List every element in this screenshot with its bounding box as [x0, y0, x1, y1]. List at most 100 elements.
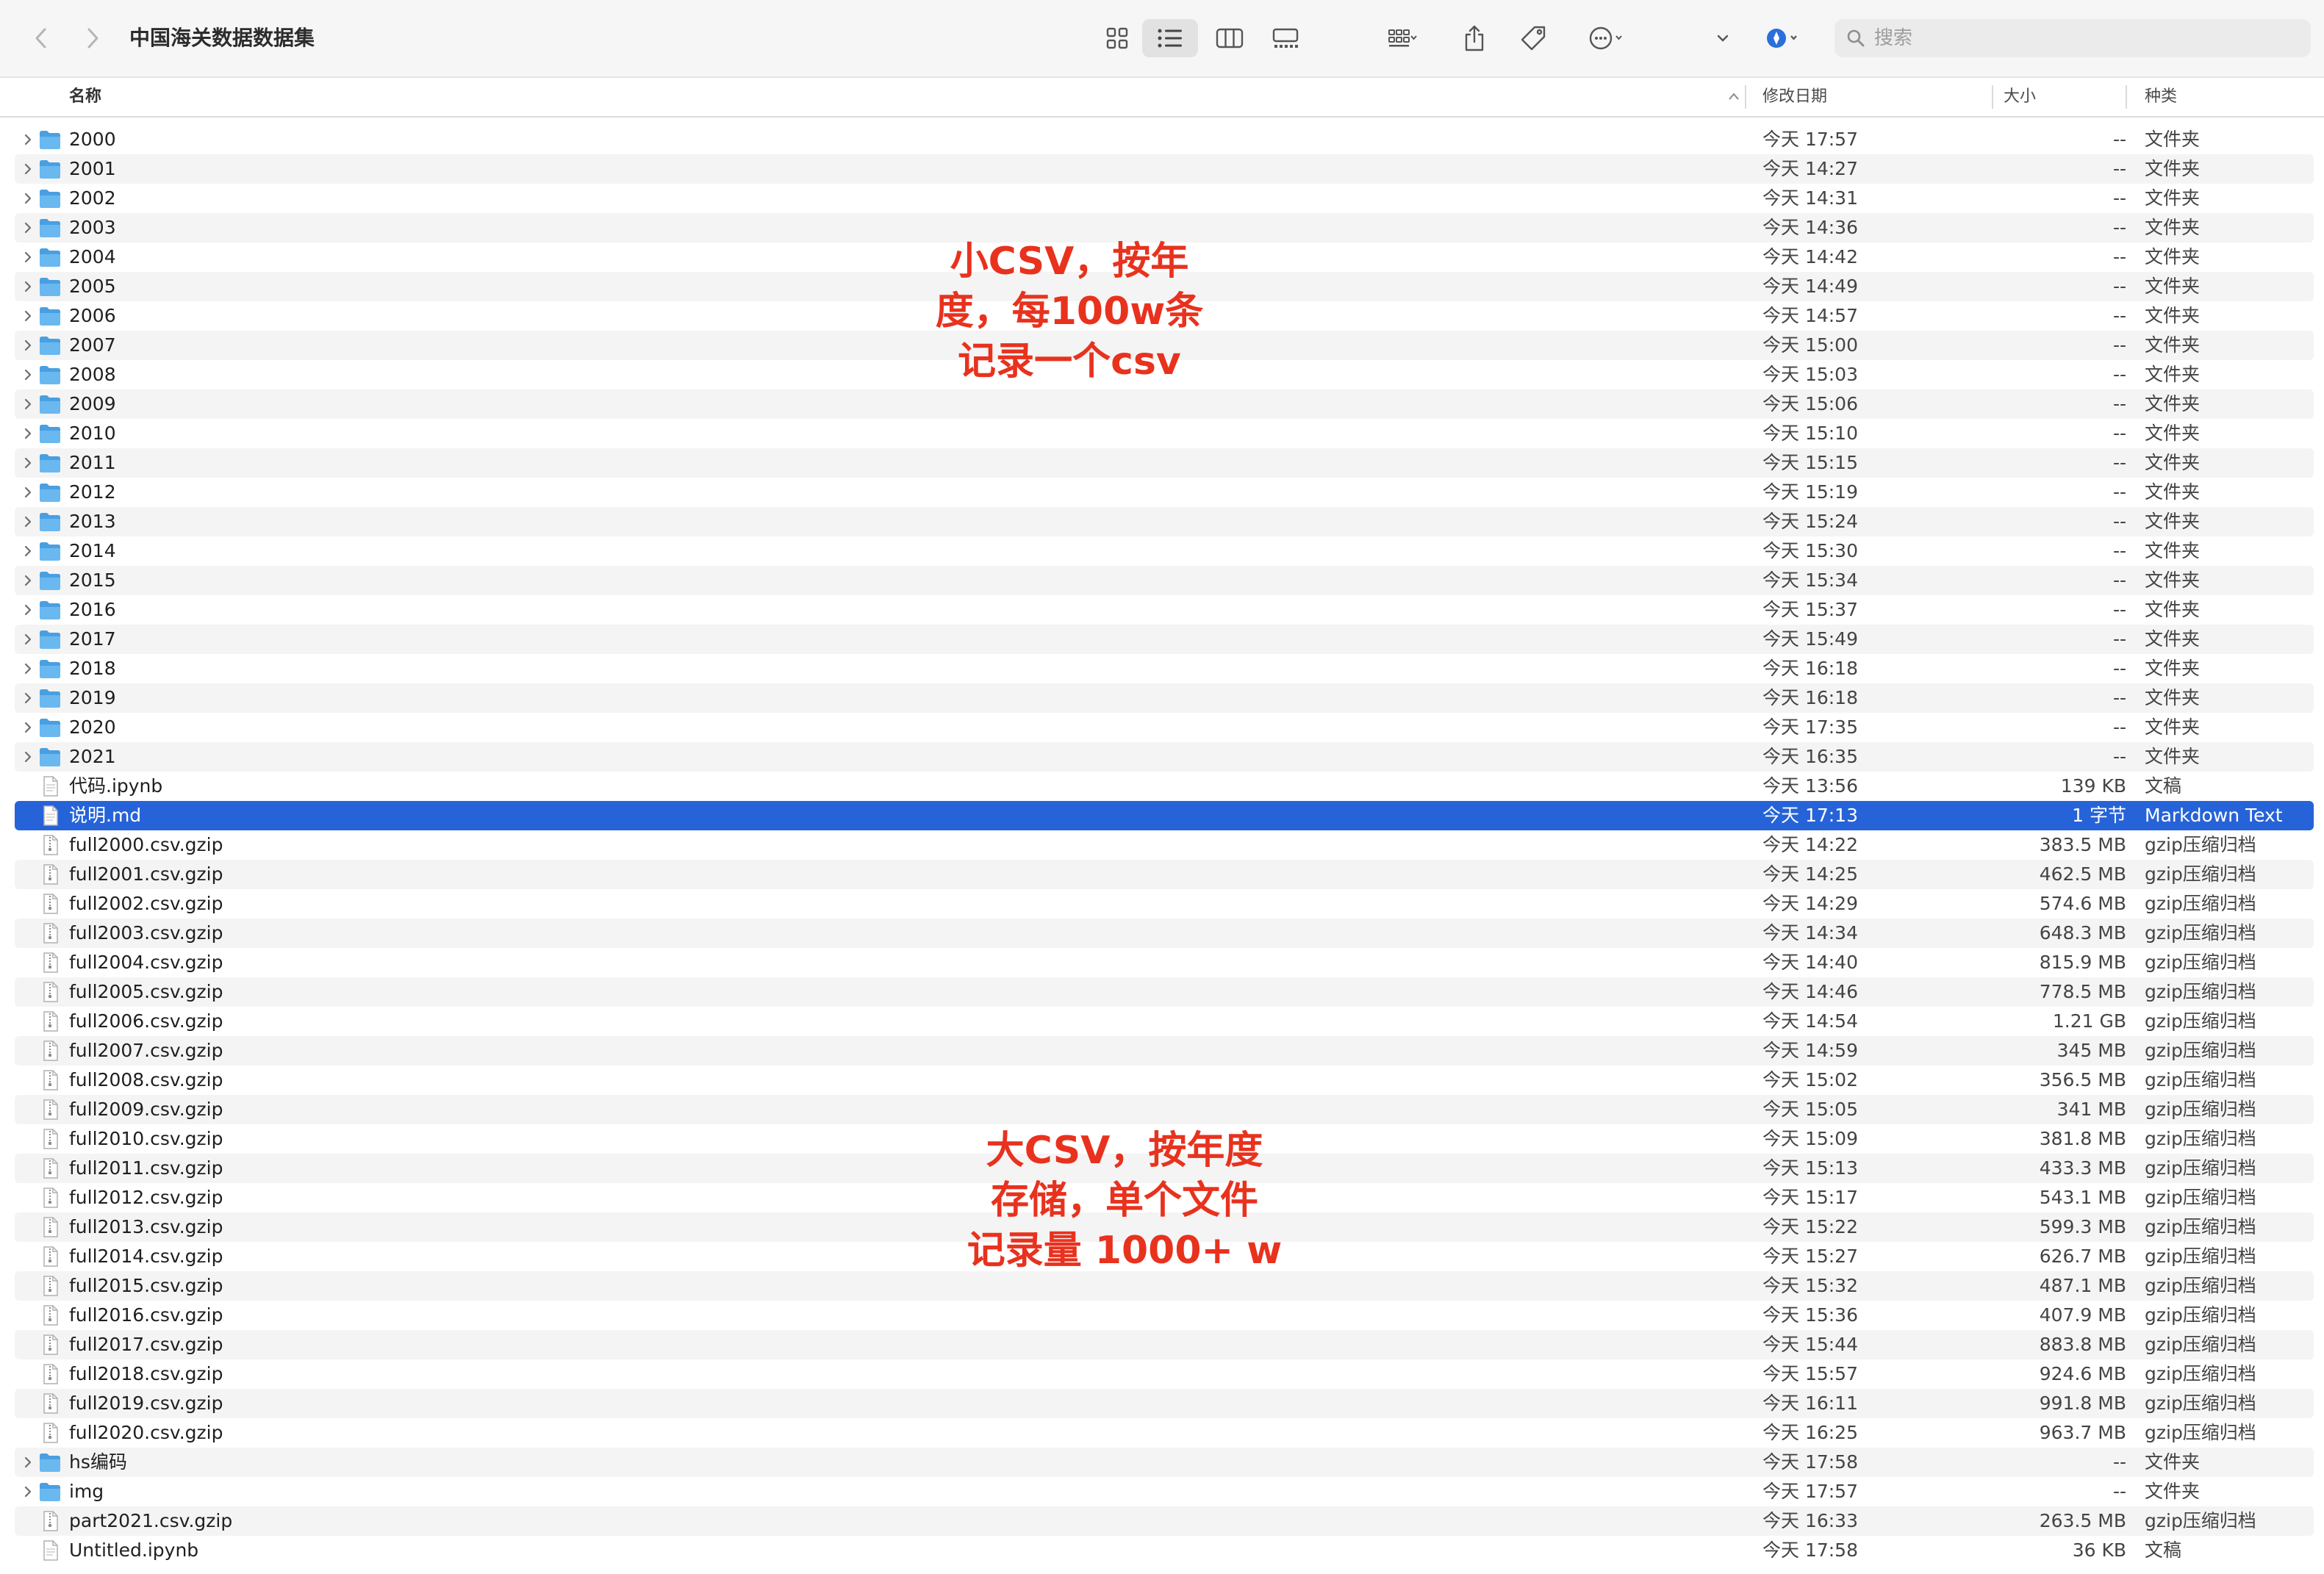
list-view-button[interactable] [1142, 19, 1198, 57]
search-field[interactable]: 搜索 [1835, 19, 2311, 57]
share-button[interactable] [1455, 19, 1493, 57]
file-row[interactable]: Untitled.ipynb 今天 17:58 36 KB 文稿 [15, 1536, 2314, 1565]
file-kind: gzip压缩归档 [2145, 863, 2256, 885]
file-row[interactable]: part2021.csv.gzip 今天 16:33 263.5 MB gzip压缩归… [15, 1506, 2314, 1536]
annotation-line: 记录一个csv [958, 339, 1181, 384]
folder-row[interactable]: 2021 今天 16:35 -- 文件夹 [15, 742, 2314, 772]
folder-row[interactable]: 2000 今天 17:57 -- 文件夹 [15, 125, 2314, 154]
disclosure-chevron-icon[interactable] [19, 419, 37, 448]
tag-button[interactable] [1514, 19, 1552, 57]
column-separator[interactable] [1992, 85, 1993, 109]
folder-row[interactable]: 2012 今天 15:19 -- 文件夹 [15, 478, 2314, 507]
disclosure-chevron-icon[interactable] [19, 1477, 37, 1506]
folder-icon [38, 658, 62, 680]
file-kind: gzip压缩归档 [2145, 1334, 2256, 1355]
disclosure-chevron-icon[interactable] [19, 595, 37, 625]
folder-row[interactable]: 2011 今天 15:15 -- 文件夹 [15, 448, 2314, 478]
file-row[interactable]: full2018.csv.gzip 今天 15:57 924.6 MB gzip压缩归… [15, 1359, 2314, 1389]
folder-row[interactable]: hs编码 今天 17:58 -- 文件夹 [15, 1448, 2314, 1477]
disclosure-chevron-icon[interactable] [19, 213, 37, 242]
disclosure-chevron-icon[interactable] [19, 536, 37, 566]
disclosure-chevron-icon[interactable] [19, 360, 37, 389]
back-button[interactable] [25, 22, 57, 54]
folder-row[interactable]: 2019 今天 16:18 -- 文件夹 [15, 683, 2314, 713]
file-row[interactable]: 说明.md 今天 17:13 1 字节 Markdown Text [15, 801, 2314, 830]
file-row[interactable]: full2002.csv.gzip 今天 14:29 574.6 MB gzip压缩归… [15, 889, 2314, 919]
disclosure-chevron-icon[interactable] [19, 713, 37, 742]
disclosure-chevron-icon[interactable] [19, 125, 37, 154]
file-kind: 文件夹 [2145, 658, 2201, 679]
folder-row[interactable]: 2017 今天 15:49 -- 文件夹 [15, 625, 2314, 654]
disclosure-chevron-icon[interactable] [19, 272, 37, 301]
folder-row[interactable]: 2020 今天 17:35 -- 文件夹 [15, 713, 2314, 742]
file-name: 2013 [69, 511, 116, 532]
group-by-button[interactable] [1371, 19, 1433, 57]
file-row[interactable]: full2007.csv.gzip 今天 14:59 345 MB gzip压缩归档 [15, 1036, 2314, 1065]
folder-row[interactable]: 2009 今天 15:06 -- 文件夹 [15, 389, 2314, 419]
folder-row[interactable]: img 今天 17:57 -- 文件夹 [15, 1477, 2314, 1506]
file-row[interactable]: full2009.csv.gzip 今天 15:05 341 MB gzip压缩归档 [15, 1095, 2314, 1124]
airdrop-button[interactable] [1760, 19, 1811, 57]
toolbar-overflow-button[interactable] [1710, 19, 1736, 57]
file-date: 今天 15:34 [1762, 569, 1858, 591]
folder-row[interactable]: 2010 今天 15:10 -- 文件夹 [15, 419, 2314, 448]
column-kind-header[interactable]: 种类 [2145, 78, 2177, 116]
folder-row[interactable]: 2014 今天 15:30 -- 文件夹 [15, 536, 2314, 566]
folder-row[interactable]: 2013 今天 15:24 -- 文件夹 [15, 507, 2314, 536]
disclosure-chevron-icon[interactable] [19, 478, 37, 507]
folder-icon [38, 187, 62, 209]
disclosure-chevron-icon[interactable] [19, 242, 37, 272]
column-separator[interactable] [2126, 85, 2127, 109]
file-row[interactable]: full2005.csv.gzip 今天 14:46 778.5 MB gzip压缩归… [15, 977, 2314, 1007]
disclosure-chevron-icon[interactable] [19, 742, 37, 772]
disclosure-chevron-icon[interactable] [19, 184, 37, 213]
column-view-button[interactable] [1205, 19, 1254, 57]
file-row[interactable]: full2001.csv.gzip 今天 14:25 462.5 MB gzip压缩归… [15, 860, 2314, 889]
file-row[interactable]: full2003.csv.gzip 今天 14:34 648.3 MB gzip压缩归… [15, 919, 2314, 948]
file-name: 2021 [69, 746, 116, 767]
file-date: 今天 13:56 [1762, 775, 1858, 797]
disclosure-chevron-icon[interactable] [19, 566, 37, 595]
file-row[interactable]: full2020.csv.gzip 今天 16:25 963.7 MB gzip压缩归… [15, 1418, 2314, 1448]
folder-row[interactable]: 2002 今天 14:31 -- 文件夹 [15, 184, 2314, 213]
window-title: 中国海关数据数据集 [129, 26, 315, 50]
disclosure-chevron-icon[interactable] [19, 389, 37, 419]
disclosure-chevron-icon[interactable] [19, 448, 37, 478]
file-date: 今天 15:37 [1762, 599, 1858, 620]
disclosure-chevron-icon[interactable] [19, 331, 37, 360]
column-name-header[interactable]: 名称 [69, 78, 101, 116]
disclosure-chevron-icon[interactable] [19, 1448, 37, 1477]
file-row[interactable]: full2006.csv.gzip 今天 14:54 1.21 GB gzip压缩归档 [15, 1007, 2314, 1036]
more-actions-button[interactable] [1579, 19, 1635, 57]
disclosure-chevron-icon[interactable] [19, 154, 37, 184]
column-separator[interactable] [1745, 85, 1746, 109]
folder-row[interactable]: 2016 今天 15:37 -- 文件夹 [15, 595, 2314, 625]
file-row[interactable]: full2008.csv.gzip 今天 15:02 356.5 MB gzip压缩归… [15, 1065, 2314, 1095]
file-row[interactable]: full2000.csv.gzip 今天 14:22 383.5 MB gzip压缩归… [15, 830, 2314, 860]
column-size-header[interactable]: 大小 [2004, 78, 2036, 116]
file-row[interactable]: full2016.csv.gzip 今天 15:36 407.9 MB gzip压缩归… [15, 1301, 2314, 1330]
disclosure-chevron-icon[interactable] [19, 301, 37, 331]
file-date: 今天 14:42 [1762, 246, 1858, 267]
disclosure-chevron-icon[interactable] [19, 654, 37, 683]
disclosure-chevron-icon[interactable] [19, 507, 37, 536]
file-row[interactable]: full2015.csv.gzip 今天 15:32 487.1 MB gzip压缩归… [15, 1271, 2314, 1301]
column-date-header[interactable]: 修改日期 [1762, 78, 1827, 116]
file-row[interactable]: full2004.csv.gzip 今天 14:40 815.9 MB gzip压缩归… [15, 948, 2314, 977]
file-size: 883.8 MB [2039, 1334, 2126, 1355]
icon-view-button[interactable] [1095, 19, 1139, 57]
file-date: 今天 17:58 [1762, 1539, 1858, 1561]
folder-row[interactable]: 2001 今天 14:27 -- 文件夹 [15, 154, 2314, 184]
file-row[interactable]: full2017.csv.gzip 今天 15:44 883.8 MB gzip压缩归… [15, 1330, 2314, 1359]
folder-row[interactable]: 2018 今天 16:18 -- 文件夹 [15, 654, 2314, 683]
file-kind: 文件夹 [2145, 628, 2201, 650]
gallery-view-button[interactable] [1261, 19, 1310, 57]
file-row[interactable]: full2019.csv.gzip 今天 16:11 991.8 MB gzip压缩归… [15, 1389, 2314, 1418]
disclosure-chevron-icon[interactable] [19, 683, 37, 713]
disclosure-chevron-icon[interactable] [19, 625, 37, 654]
file-row[interactable]: 代码.ipynb 今天 13:56 139 KB 文稿 [15, 772, 2314, 801]
archive-file-icon [38, 1363, 62, 1385]
folder-row[interactable]: 2015 今天 15:34 -- 文件夹 [15, 566, 2314, 595]
forward-button[interactable] [76, 22, 109, 54]
archive-file-icon [38, 1040, 62, 1062]
